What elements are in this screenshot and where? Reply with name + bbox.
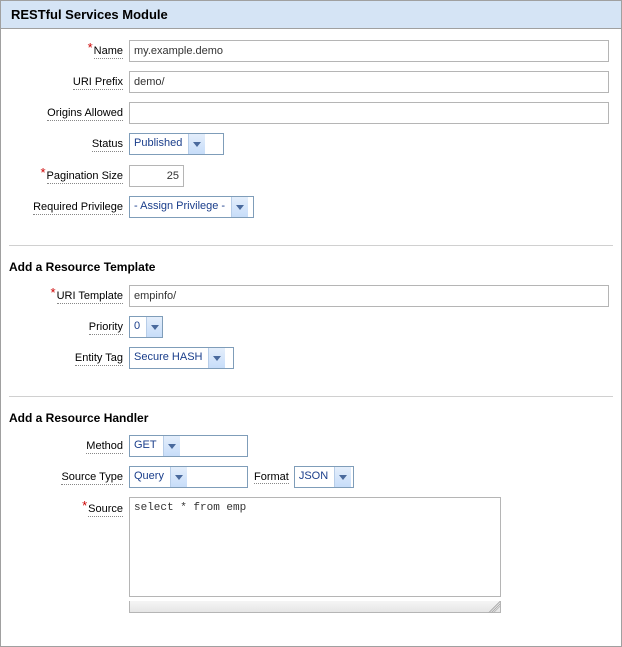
section-template-title: Add a Resource Template [9,260,613,274]
textarea-resize-bar[interactable] [129,601,501,613]
row-status: Status Published [9,133,613,155]
chevron-down-icon [231,197,248,217]
row-origins: Origins Allowed [9,102,613,124]
section-module: *Name URI Prefix Origins Allowed [9,39,613,245]
status-select-value: Published [130,134,188,154]
source-textarea[interactable] [129,497,501,597]
chevron-down-icon [170,467,187,487]
label-etag: Entity Tag [9,347,129,369]
uri-template-input[interactable] [129,285,609,307]
label-pagination: *Pagination Size [9,164,129,187]
required-marker: * [40,165,45,180]
form-body: *Name URI Prefix Origins Allowed [1,29,621,646]
status-select[interactable]: Published [129,133,224,155]
row-name: *Name [9,39,613,62]
row-uri-prefix: URI Prefix [9,71,613,93]
label-origins: Origins Allowed [9,102,129,124]
source-type-select-value: Query [130,467,170,487]
label-privilege: Required Privilege [9,196,129,218]
required-marker: * [82,498,87,513]
row-priority: Priority 0 [9,316,613,338]
resize-grip-icon [488,601,500,613]
section-handler-title: Add a Resource Handler [9,411,613,425]
format-select[interactable]: JSON [294,466,354,488]
privilege-select-value: - Assign Privilege - [130,197,231,217]
etag-select[interactable]: Secure HASH [129,347,234,369]
method-select-value: GET [130,436,163,456]
row-pagination: *Pagination Size [9,164,613,187]
label-format: Format [254,471,289,484]
required-marker: * [88,40,93,55]
page-title: RESTful Services Module [1,1,621,29]
row-source: *Source [9,497,613,613]
priority-select[interactable]: 0 [129,316,163,338]
chevron-down-icon [188,134,205,154]
source-type-select[interactable]: Query [129,466,248,488]
section-handler: Add a Resource Handler Method GET Source… [9,396,613,640]
row-uri-template: *URI Template [9,284,613,307]
row-etag: Entity Tag Secure HASH [9,347,613,369]
label-status: Status [9,133,129,155]
label-name: *Name [9,39,129,62]
label-priority: Priority [9,316,129,338]
label-uri-template: *URI Template [9,284,129,307]
row-source-type: Source Type Query Format JSON [9,466,613,488]
row-method: Method GET [9,435,613,457]
privilege-select[interactable]: - Assign Privilege - [129,196,254,218]
chevron-down-icon [163,436,180,456]
priority-select-value: 0 [130,317,146,337]
name-input[interactable] [129,40,609,62]
section-template: Add a Resource Template *URI Template Pr… [9,245,613,396]
label-source: *Source [9,497,129,520]
origins-input[interactable] [129,102,609,124]
chevron-down-icon [146,317,162,337]
label-source-type: Source Type [9,466,129,488]
uri-prefix-input[interactable] [129,71,609,93]
chevron-down-icon [208,348,225,368]
etag-select-value: Secure HASH [130,348,208,368]
format-select-value: JSON [295,467,334,487]
label-method: Method [9,435,129,457]
label-uri-prefix: URI Prefix [9,71,129,93]
chevron-down-icon [334,467,351,487]
module-panel: RESTful Services Module *Name URI Prefix [0,0,622,647]
required-marker: * [51,285,56,300]
method-select[interactable]: GET [129,435,248,457]
pagination-input[interactable] [129,165,184,187]
row-privilege: Required Privilege - Assign Privilege - [9,196,613,218]
